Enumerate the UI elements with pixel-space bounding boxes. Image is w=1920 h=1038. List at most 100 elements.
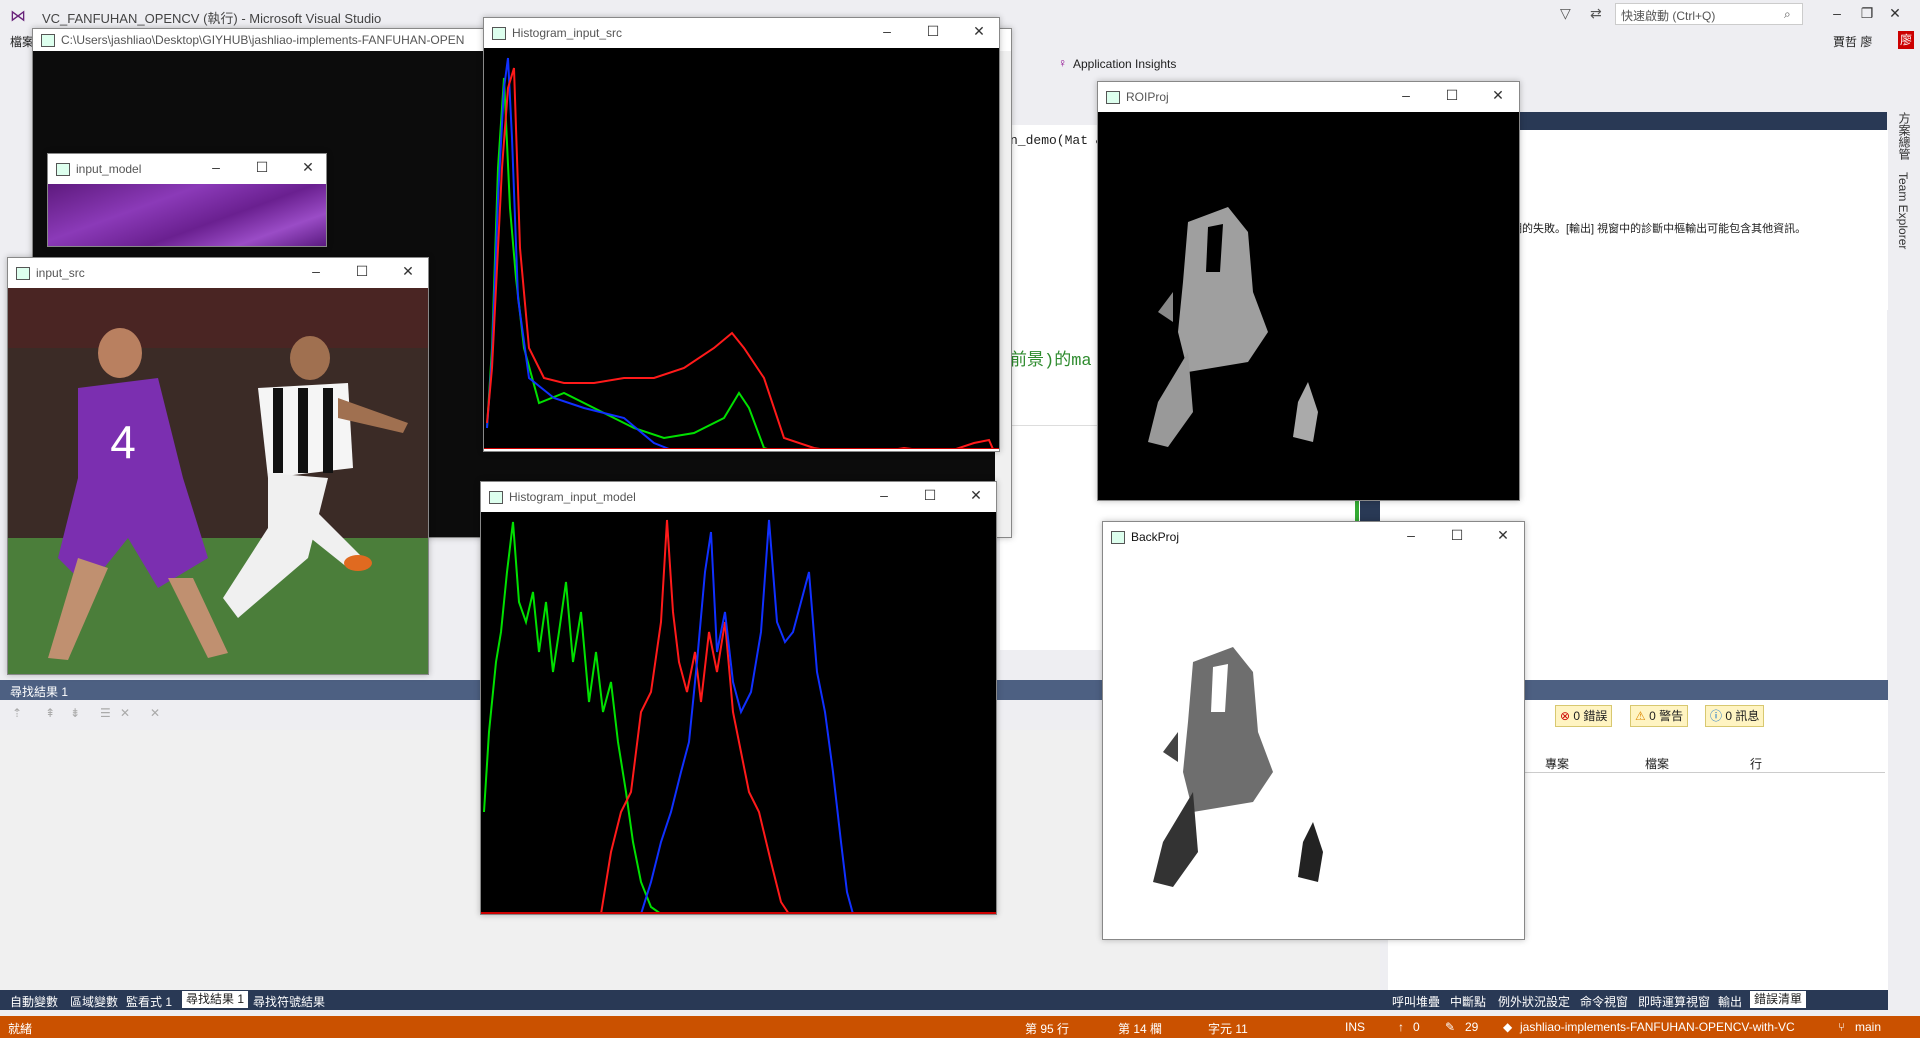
status-line: 第 95 行 bbox=[1025, 1022, 1070, 1036]
status-ready: 就緒 bbox=[8, 1022, 33, 1036]
maximize-icon: ☐ bbox=[926, 23, 940, 39]
side-tool-strip: 方案總管 Team Explorer bbox=[1888, 106, 1920, 1010]
col-project[interactable]: 專案 bbox=[1545, 755, 1569, 772]
roi-projection-image bbox=[1098, 112, 1519, 500]
window-roi-proj[interactable]: ROIProj – ☐ ✕ bbox=[1097, 81, 1520, 501]
clear-icon[interactable]: ☰ bbox=[100, 706, 111, 720]
maximize-icon: ☐ bbox=[355, 263, 369, 279]
window-title: input_model bbox=[76, 162, 142, 176]
editor-secondary-area bbox=[1510, 310, 1887, 680]
minimize-icon: – bbox=[1402, 87, 1410, 103]
app-insights-button[interactable]: Application Insights bbox=[1073, 57, 1176, 71]
solution-explorer-tab[interactable]: 方案總管 bbox=[1896, 112, 1913, 160]
maximize-icon: ☐ bbox=[1445, 87, 1459, 103]
tab-exceptions[interactable]: 例外狀況設定 bbox=[1498, 993, 1570, 1010]
window-title: Histogram_input_src bbox=[512, 26, 623, 40]
warning-icon: ⚠ bbox=[1635, 709, 1646, 723]
next-icon[interactable]: ⇟ bbox=[70, 706, 80, 720]
bottom-tabs: 自動變數 區域變數 監看式 1 尋找結果 1 尋找符號結果 bbox=[0, 990, 1410, 1010]
warnings-filter-button[interactable]: ⚠ 0 警告 bbox=[1630, 705, 1689, 727]
minimize-icon: – bbox=[883, 23, 891, 39]
tab-breakpoints[interactable]: 中斷點 bbox=[1450, 993, 1486, 1010]
quick-launch-input[interactable]: 快速啟動 (Ctrl+Q) ⌕ bbox=[1615, 3, 1803, 25]
vs-logo-icon: ⋈ bbox=[10, 8, 26, 25]
user-avatar[interactable]: 廖 bbox=[1898, 31, 1914, 49]
close-icon: ✕ bbox=[970, 487, 982, 503]
filter-icon[interactable]: ▽ bbox=[1560, 5, 1571, 22]
messages-filter-button[interactable]: ⓘ 0 訊息 bbox=[1705, 705, 1765, 727]
tab-command[interactable]: 命令視窗 bbox=[1580, 993, 1628, 1010]
svg-text:4: 4 bbox=[110, 416, 136, 468]
restore-button[interactable]: ❐ bbox=[1852, 0, 1882, 26]
status-bar: 就緒 第 95 行 第 14 欄 字元 11 INS ↑ 0 ✎ 29 ◆ ja… bbox=[0, 1016, 1920, 1038]
status-repo[interactable]: jashliao-implements-FANFUHAN-OPENCV-with… bbox=[1520, 1020, 1795, 1034]
tab-output[interactable]: 輸出 bbox=[1718, 993, 1742, 1010]
col-line[interactable]: 行 bbox=[1750, 755, 1762, 772]
diagnostic-panel-header bbox=[1510, 112, 1887, 130]
window-input-src[interactable]: input_src – ☐ ✕ 4 bbox=[7, 257, 429, 675]
tab-call-stack[interactable]: 呼叫堆疊 bbox=[1392, 993, 1440, 1010]
pencil-icon: ✎ bbox=[1445, 1020, 1456, 1034]
soccer-photo: 4 bbox=[8, 288, 428, 674]
status-ch: 字元 11 bbox=[1208, 1022, 1248, 1036]
status-up-count[interactable]: 0 bbox=[1413, 1020, 1420, 1034]
vs-window-title: VC_FANFUHAN_OPENCV (執行) - Microsoft Visu… bbox=[42, 11, 382, 26]
feedback-icon[interactable]: ⇄ bbox=[1590, 5, 1602, 22]
window-title: input_src bbox=[36, 266, 85, 280]
tab-watch[interactable]: 監看式 1 bbox=[126, 993, 172, 1010]
window-icon bbox=[1111, 531, 1125, 544]
window-input-model[interactable]: input_model – ☐ ✕ bbox=[47, 153, 327, 247]
back-projection-image bbox=[1103, 552, 1524, 939]
minimize-icon: – bbox=[212, 159, 220, 175]
repo-icon: ◆ bbox=[1503, 1020, 1513, 1034]
window-title: Histogram_input_model bbox=[509, 490, 636, 504]
window-histogram-model[interactable]: Histogram_input_model – ☐ ✕ bbox=[480, 481, 997, 915]
status-edits[interactable]: 29 bbox=[1465, 1020, 1478, 1034]
close-icon: ✕ bbox=[402, 263, 414, 279]
histogram-src-plot bbox=[484, 48, 999, 465]
user-name[interactable]: 賈哲 廖 bbox=[1833, 33, 1872, 50]
close-button[interactable]: ✕ bbox=[1880, 0, 1910, 26]
editor-function-signature: n_demo(Mat & bbox=[1010, 133, 1104, 148]
team-explorer-tab[interactable]: Team Explorer bbox=[1896, 172, 1910, 249]
window-back-proj[interactable]: BackProj – ☐ ✕ bbox=[1102, 521, 1525, 940]
maximize-icon: ☐ bbox=[1450, 527, 1464, 543]
close-icon: ✕ bbox=[1497, 527, 1509, 543]
stop-icon[interactable]: ✕ bbox=[150, 706, 160, 720]
window-histogram-src[interactable]: Histogram_input_src – ☐ ✕ bbox=[483, 17, 1000, 465]
minimize-icon: – bbox=[1407, 527, 1415, 543]
diagnostic-panel: 期的失敗。[輸出] 視窗中的診斷中樞輸出可能包含其他資訊。 bbox=[1510, 130, 1888, 310]
tab-find-results[interactable]: 尋找結果 1 bbox=[182, 991, 249, 1008]
branch-icon: ⑂ bbox=[1838, 1020, 1846, 1034]
menu-file[interactable]: 檔案 bbox=[10, 33, 34, 50]
search-icon: ⌕ bbox=[1784, 7, 1791, 21]
window-icon bbox=[492, 27, 506, 40]
close-icon: ✕ bbox=[1492, 87, 1504, 103]
col-file[interactable]: 檔案 bbox=[1645, 755, 1669, 772]
tab-find-symbol[interactable]: 尋找符號結果 bbox=[253, 993, 325, 1010]
tab-error-list[interactable]: 錯誤清單 bbox=[1750, 991, 1807, 1008]
close-icon: ✕ bbox=[973, 23, 985, 39]
console-path: C:\Users\jashliao\Desktop\GIYHUB\jashlia… bbox=[61, 33, 465, 47]
maximize-icon: ☐ bbox=[255, 159, 269, 175]
error-icon: ⊗ bbox=[1560, 709, 1571, 723]
close-icon: ✕ bbox=[302, 159, 314, 175]
tab-autos[interactable]: 自動變數 bbox=[10, 993, 58, 1010]
purple-fabric-image bbox=[48, 184, 326, 246]
editor-comment: 前景)的ma bbox=[1010, 352, 1092, 371]
errors-filter-button[interactable]: ⊗ 0 錯誤 bbox=[1555, 705, 1613, 727]
window-icon bbox=[56, 163, 70, 176]
right-bottom-tabs: 呼叫堆疊 中斷點 例外狀況設定 命令視窗 即時運算視窗 輸出 錯誤清單 bbox=[1388, 990, 1888, 1010]
minimize-icon: – bbox=[312, 263, 320, 279]
info-icon: ⓘ bbox=[1710, 709, 1723, 723]
console-icon bbox=[41, 34, 55, 47]
window-icon bbox=[16, 267, 30, 280]
cancel-icon[interactable]: ✕ bbox=[120, 706, 130, 720]
prev-icon[interactable]: ⇞ bbox=[45, 706, 55, 720]
goto-icon[interactable]: ⇡ bbox=[12, 706, 22, 720]
status-branch[interactable]: main bbox=[1855, 1020, 1881, 1034]
tab-immediate[interactable]: 即時運算視窗 bbox=[1638, 993, 1710, 1010]
tab-locals[interactable]: 區域變數 bbox=[70, 993, 118, 1010]
window-icon bbox=[489, 491, 503, 504]
minimize-button[interactable]: – bbox=[1822, 0, 1852, 26]
